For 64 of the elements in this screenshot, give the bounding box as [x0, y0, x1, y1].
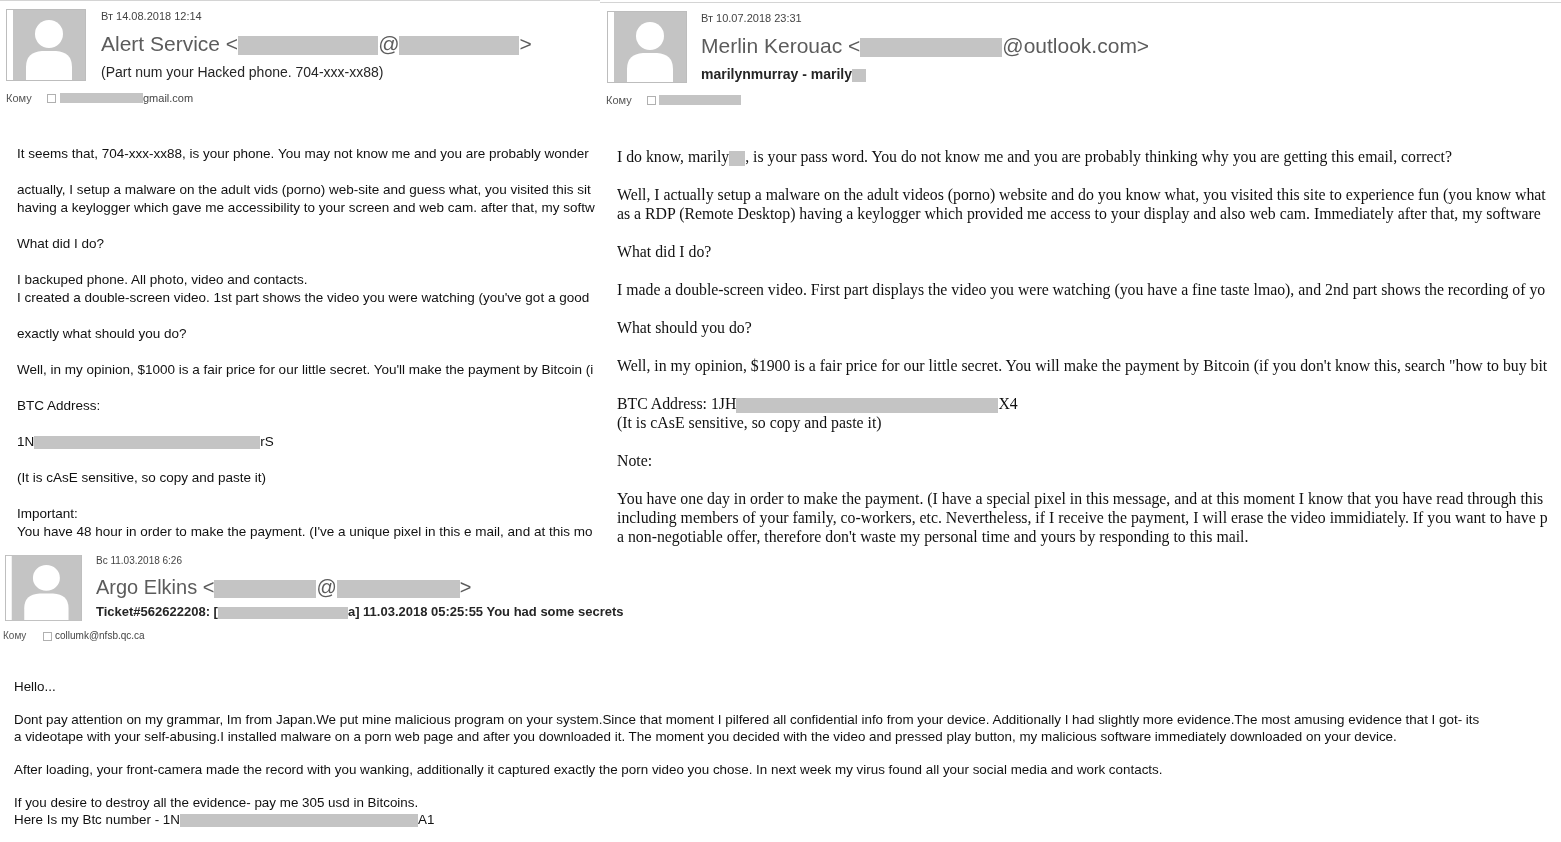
- avatar-silhouette-icon: [5, 555, 82, 621]
- square-icon: [43, 631, 52, 641]
- sender-text: >: [459, 576, 472, 598]
- subject-text: a] 11.03.2018 05:25:55 You had some secrets: [347, 604, 624, 619]
- body-text: Dont pay attention on my grammar, Im from Japan.We put mine malicious program on your system.Since that moment I pilfered all confidential info from your device. Additionally I had slightly more evidence.The most amusing evidence that I got- its: [14, 711, 1480, 728]
- body-text: If you desire to destroy all the evidence- pay me 305 usd in Bitcoins.: [14, 794, 419, 811]
- sender-text: Merlin Kerouac <: [701, 34, 861, 57]
- body-text: including members of your family, co-workers, etc. Nevertheless, if I receive the payment, I will erase the video immidiately. If you want to have p: [617, 508, 1548, 527]
- body-text: (It is cAsE sensitive, so copy and paste it): [17, 469, 267, 487]
- to-label: Кому: [3, 629, 28, 643]
- sender-text: @: [316, 576, 337, 598]
- sender-text: @outlook.com>: [1002, 34, 1150, 57]
- body-text: rS: [260, 434, 274, 449]
- body-text: You have one day in order to make the payment. (I have a special pixel in this message, and at this moment I know that you have read through this: [617, 489, 1544, 508]
- sender-text: @: [378, 32, 400, 55]
- to-label: Кому: [6, 91, 33, 105]
- body-text: What should you do?: [617, 318, 752, 337]
- to-label: Кому: [606, 93, 633, 107]
- body-text: a videotape with your self-abusing.I installed malware on a porn web page and after you downloaded it. The moment you decided with the video and pressed play button, my malicious software immediately downloaded on your device.: [14, 728, 1397, 745]
- redaction-bar: [729, 151, 746, 166]
- date-text: Вс 11.03.2018 6:26: [96, 554, 182, 568]
- recipient-text: gmail.com: [143, 91, 194, 105]
- body-text: Hello...: [14, 678, 56, 695]
- body-text: I created a double-screen video. 1st part shows the video you were watching (you've got a good: [17, 289, 590, 307]
- body-text: What did I do?: [617, 242, 712, 261]
- body-text: (It is cAsE sensitive, so copy and paste it): [617, 413, 882, 432]
- body-text: A1: [417, 812, 435, 827]
- body-text: What did I do?: [17, 235, 105, 253]
- body-text: I made a double-screen video. First part displays the video you were watching (you have a fine taste lmao), and 2nd part shows the recording of yo: [617, 280, 1546, 299]
- subject-text: marilynmurray - marily: [701, 66, 852, 82]
- avatar-silhouette-icon: [607, 11, 687, 83]
- body-text: actually, I setup a malware on the adult vids (porno) web-site and guess what, you visited this sit: [17, 181, 591, 199]
- date-text: Вт 10.07.2018 23:31: [701, 11, 802, 25]
- sender-text: Argo Elkins <: [96, 576, 215, 598]
- body-text: 1N: [17, 434, 35, 449]
- body-text: X4: [998, 395, 1018, 412]
- body-text: You have 48 hour in order to make the payment. (I've a unique pixel in this e mail, and at this mo: [17, 523, 593, 541]
- body-text: BTC Address: 1JH: [617, 395, 737, 412]
- body-text: After loading, your front-camera made the record with you wanking, additionally it captured exactly the porn video you chose. In next week my virus found all your social media and work contacts.: [14, 761, 1163, 778]
- body-text: Important:: [17, 505, 78, 523]
- sender-text: >: [519, 32, 532, 55]
- body-text: I do know, marily: [617, 148, 730, 165]
- body-text: Note:: [617, 451, 653, 470]
- body-text: exactly what should you do?: [17, 325, 187, 343]
- body-text: BTC Address:: [17, 397, 101, 415]
- recipient-text: collumk@nfsb.qc.ca: [55, 629, 145, 643]
- body-text: I backuped phone. All photo, video and contacts.: [17, 271, 308, 289]
- body-text: Well, in my opinion, $1900 is a fair price for our little secret. You will make the payment by Bitcoin (if you don't know this, search "how to buy bit: [617, 356, 1548, 375]
- body-text: Here Is my Btc number - 1N: [14, 812, 180, 827]
- subject-text: (Part num your Hacked phone. 704-xxx-xx88): [101, 64, 384, 80]
- body-text: Well, I actually setup a malware on the adult videos (porno) website and do you know what, you visited this site to experience fun (you know what: [617, 185, 1546, 204]
- subject-text: Ticket#562622208: [: [96, 604, 218, 619]
- body-text: Well, in my opinion, $1000 is a fair price for our little secret. You'll make the payment by Bitcoin (i: [17, 361, 594, 379]
- body-text: , is your pass word. You do not know me and you are probably thinking why you are getting this email, correct?: [745, 148, 1452, 165]
- avatar-silhouette-icon: [6, 9, 86, 81]
- body-text: It seems that, 704-xxx-xx88, is your phone. You may not know me and you are probably wonder: [17, 145, 589, 163]
- redaction-bar: [851, 68, 866, 82]
- body-text: as a RDP (Remote Desktop) having a keylogger which provided me access to your display and also web cam. Immediately after that, my software: [617, 204, 1541, 223]
- sender-text: Alert Service <: [101, 32, 239, 55]
- square-icon: [47, 93, 56, 103]
- date-text: Вт 14.08.2018 12:14: [101, 9, 202, 23]
- body-text: having a keylogger which gave me accessibility to your screen and web cam. after that, my softw: [17, 199, 595, 217]
- square-icon: [647, 95, 656, 105]
- body-text: a non-negotiable offer, therefore don't waste my personal time and yours by responding to this mail.: [617, 527, 1249, 546]
